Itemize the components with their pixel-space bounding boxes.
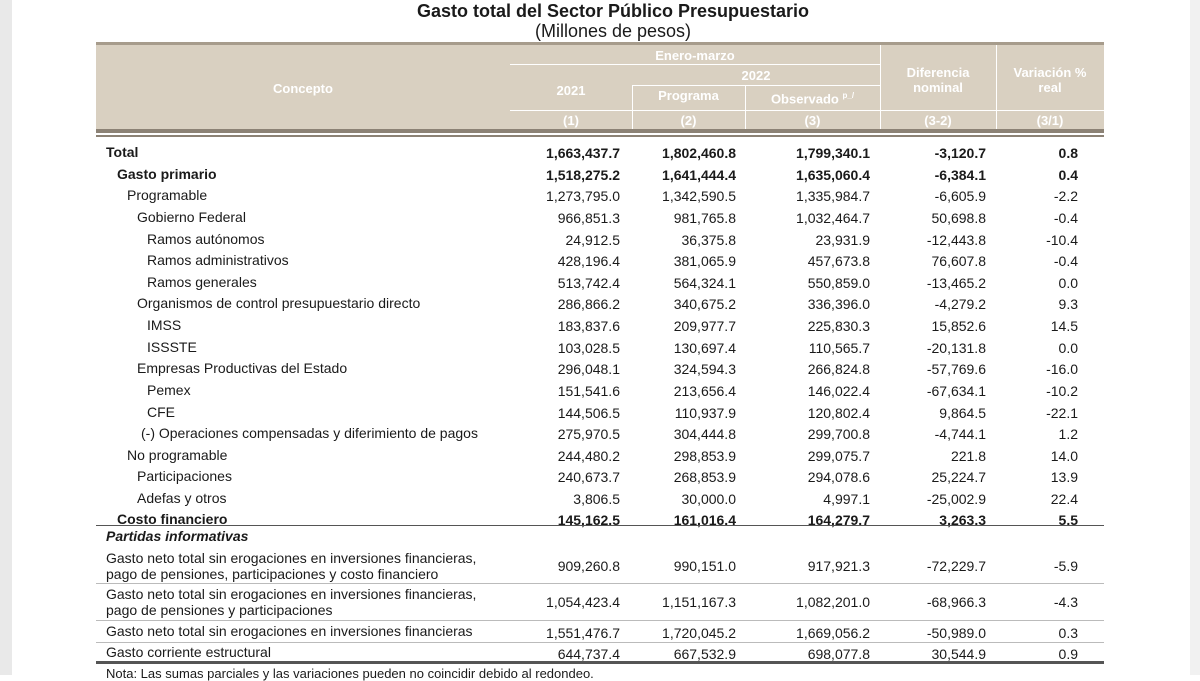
cell-variacion: -10.2 <box>1046 383 1078 399</box>
partidas-heading: Partidas informativas <box>106 528 249 544</box>
row-concept: Gobierno Federal <box>137 209 246 225</box>
row-concept: Empresas Productivas del Estado <box>137 360 348 376</box>
table-row: Programable 1,273,795.0 1,342,590.5 1,33… <box>96 184 1104 205</box>
header-variacion: Variación % real <box>1013 65 1087 95</box>
partidas-row: Gasto neto total sin erogaciones en inve… <box>96 622 1104 642</box>
table-row: Gobierno Federal 966,851.3 981,765.8 1,0… <box>96 206 1104 227</box>
cell-variacion: 0.9 <box>1058 646 1078 662</box>
partidas-concept-line2: pago de pensiones y participaciones <box>106 602 333 618</box>
cell-variacion: -16.0 <box>1046 361 1078 377</box>
partidas-concept-line1: Gasto corriente estructural <box>106 644 271 660</box>
cell-variacion: 0.0 <box>1058 275 1078 291</box>
cell-variacion: 0.3 <box>1058 625 1078 641</box>
partidas-row: Gasto neto total sin erogaciones en inve… <box>96 584 1104 620</box>
row-concept: Programable <box>127 187 208 203</box>
row-concept: Ramos autónomos <box>147 231 265 247</box>
cell-variacion: -0.4 <box>1053 210 1078 226</box>
table-row: Ramos autónomos 24,912.5 36,375.8 23,931… <box>96 228 1104 249</box>
header-year-2022: 2022 <box>741 68 771 83</box>
cell-variacion: -4.3 <box>1053 594 1078 610</box>
cell-variacion: -2.2 <box>1053 188 1078 204</box>
table-row: ISSSTE 103,028.5 130,697.4 110,565.7 -20… <box>96 336 1104 357</box>
row-concept: Organismos de control presupuestario dir… <box>137 295 421 311</box>
cell-variacion: 13.9 <box>1050 469 1078 485</box>
cell-variacion: 0.8 <box>1058 145 1078 161</box>
table-row: Gasto primario 1,518,275.2 1,641,444.4 1… <box>96 163 1104 184</box>
table-row: Participaciones 240,673.7 268,853.9 294,… <box>96 465 1104 486</box>
header-col-3-1: (3/1) <box>1036 113 1064 128</box>
header-divider <box>510 64 880 65</box>
cell-variacion: 0.4 <box>1058 167 1078 183</box>
header-observado: Observado p_/ <box>770 91 855 107</box>
header-divider <box>632 85 880 86</box>
partidas-concept-line2: pago de pensiones, participaciones y cos… <box>106 566 439 582</box>
row-concept: Pemex <box>147 382 191 398</box>
cell-variacion: 22.4 <box>1050 491 1078 507</box>
table-note: Nota: Las sumas parciales y las variacio… <box>106 666 594 681</box>
header-enero-marzo: Enero-marzo <box>655 48 735 63</box>
header-diferencia: Diferencia nominal <box>906 65 970 95</box>
cell-variacion: 1.2 <box>1058 426 1078 442</box>
header-bottom-rule <box>96 129 1104 133</box>
cell-variacion: 0.0 <box>1058 340 1078 356</box>
table-end-rule <box>96 661 1104 664</box>
row-concept: CFE <box>147 404 175 420</box>
table-row: No programable 244,480.2 298,853.9 299,0… <box>96 444 1104 465</box>
table-row: Empresas Productivas del Estado 296,048.… <box>96 357 1104 378</box>
cell-variacion: 9.3 <box>1058 296 1078 312</box>
page-edge-right <box>1190 0 1200 675</box>
cell-variacion: 14.0 <box>1050 448 1078 464</box>
partidas-row: Gasto neto total sin erogaciones en inve… <box>96 548 1104 582</box>
table-row: Total 1,663,437.7 1,802,460.8 1,799,340.… <box>96 141 1104 162</box>
header-concepto: Concepto <box>273 81 333 96</box>
row-concept: Ramos administrativos <box>147 252 289 268</box>
header-top-rule <box>96 42 1104 45</box>
table-row: Ramos generales 513,742.4 564,324.1 550,… <box>96 271 1104 292</box>
row-concept: ISSSTE <box>147 339 197 355</box>
header-col-3-2: (3-2) <box>924 113 952 128</box>
header-col-1: (1) <box>563 113 579 128</box>
row-concept: Total <box>106 144 139 160</box>
header-divider <box>510 110 1104 111</box>
header-programa: Programa <box>658 88 719 103</box>
table-row: Ramos administrativos 428,196.4 381,065.… <box>96 249 1104 270</box>
table-row: Organismos de control presupuestario dir… <box>96 292 1104 313</box>
header-bottom-rule <box>96 135 1104 137</box>
observado-superscript: p_/ <box>842 91 855 100</box>
row-concept: Participaciones <box>137 468 232 484</box>
partidas-concept-line1: Gasto neto total sin erogaciones en inve… <box>106 586 477 602</box>
table-row: (-) Operaciones compensadas y diferimien… <box>96 422 1104 443</box>
section-divider <box>96 525 1104 526</box>
table-row: IMSS 183,837.6 209,977.7 225,830.3 15,85… <box>96 314 1104 335</box>
row-divider <box>96 620 1104 621</box>
row-concept: Ramos generales <box>147 274 257 290</box>
row-concept: No programable <box>127 447 228 463</box>
partidas-row: Gasto corriente estructural 644,737.4 66… <box>96 643 1104 662</box>
cell-variacion: -0.4 <box>1053 253 1078 269</box>
header-year-2021: 2021 <box>556 83 586 98</box>
cell-variacion: -5.9 <box>1053 558 1078 574</box>
table-subtitle: (Millones de pesos) <box>534 21 692 41</box>
cell-variacion: 14.5 <box>1050 318 1078 334</box>
row-concept: Adefas y otros <box>137 490 227 506</box>
row-concept: IMSS <box>147 317 182 333</box>
table-row: Adefas y otros 3,806.5 30,000.0 4,997.1 … <box>96 487 1104 508</box>
table-row: CFE 144,506.5 110,937.9 120,802.4 9,864.… <box>96 401 1104 422</box>
row-concept: (-) Operaciones compensadas y diferimien… <box>141 425 478 441</box>
header-col-3: (3) <box>804 113 821 128</box>
table-row: Pemex 151,541.6 213,656.4 146,022.4 -67,… <box>96 379 1104 400</box>
header-col-2: (2) <box>680 113 697 128</box>
table-title: Gasto total del Sector Público Presupues… <box>416 1 810 21</box>
row-concept: Gasto primario <box>117 166 217 182</box>
partidas-concept-line1: Gasto neto total sin erogaciones en inve… <box>106 550 477 566</box>
page-edge-left <box>0 0 12 675</box>
cell-variacion: -10.4 <box>1046 232 1078 248</box>
cell-variacion: -22.1 <box>1046 405 1078 421</box>
partidas-concept-line1: Gasto neto total sin erogaciones en inve… <box>106 623 473 639</box>
